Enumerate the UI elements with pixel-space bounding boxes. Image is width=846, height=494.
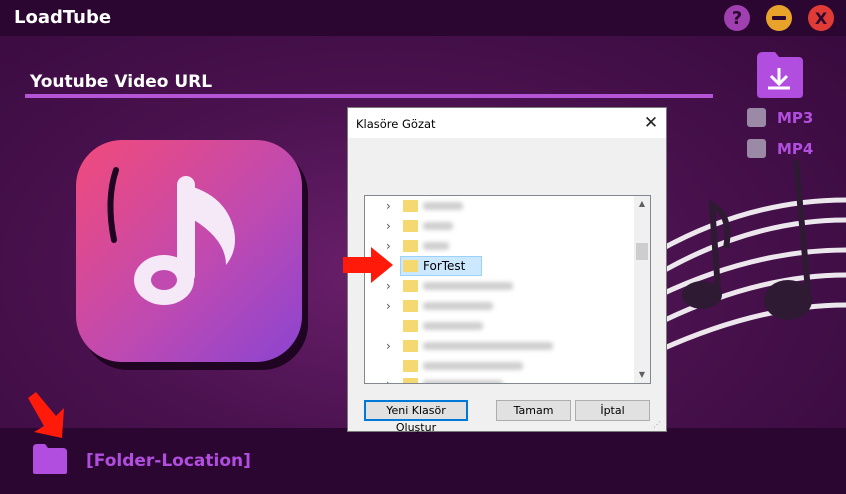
chevron-right-icon[interactable]: ›: [386, 377, 391, 383]
music-app-logo: [76, 140, 302, 362]
tree-row[interactable]: ›: [365, 296, 633, 316]
tree-row[interactable]: ›: [365, 236, 633, 256]
scroll-thumb[interactable]: [636, 243, 648, 260]
chevron-right-icon[interactable]: ›: [386, 199, 391, 213]
help-icon[interactable]: ?: [724, 5, 750, 31]
chevron-right-icon[interactable]: ›: [386, 339, 391, 353]
minimize-bar: [772, 16, 786, 20]
folder-icon: [403, 360, 418, 372]
arrow-icon: [343, 247, 393, 283]
blurred-label: [423, 380, 503, 383]
blurred-label: [423, 282, 513, 290]
folder-icon: [403, 260, 418, 272]
scroll-down-icon[interactable]: ▼: [634, 367, 650, 383]
app-title: LoadTube: [14, 7, 112, 28]
title-bar: LoadTube ? X: [0, 0, 846, 36]
close-icon[interactable]: X: [808, 5, 834, 31]
mp4-option[interactable]: MP4: [747, 139, 813, 158]
blurred-label: [423, 302, 493, 310]
selected-folder-label: ForTest: [423, 259, 466, 273]
tree-row-selected[interactable]: ForTest: [365, 256, 633, 276]
music-note-icon: [107, 167, 235, 305]
tree-row[interactable]: ›: [365, 336, 633, 356]
tree-row[interactable]: [365, 356, 633, 376]
tree-row[interactable]: [365, 316, 633, 336]
blurred-label: [423, 362, 523, 370]
folder-location-text: [Folder-Location]: [86, 451, 251, 471]
help-label: ?: [731, 7, 743, 29]
dialog-title-bar: Klasöre Gözat ✕: [348, 108, 666, 138]
tree-row[interactable]: ›: [365, 276, 633, 296]
mp3-checkbox[interactable]: [747, 108, 766, 127]
music-staff-decoration: [660, 160, 846, 353]
dialog-title: Klasöre Gözat: [356, 117, 436, 131]
folder-icon[interactable]: [33, 444, 67, 474]
blurred-label: [423, 242, 449, 250]
folder-icon: [403, 200, 418, 212]
minimize-icon[interactable]: [766, 5, 792, 31]
mp3-label: MP3: [777, 108, 814, 127]
folder-icon: [403, 378, 418, 383]
resize-grip-icon[interactable]: ⋰: [653, 420, 661, 429]
folder-icon: [403, 240, 418, 252]
arrow-icon: [28, 392, 64, 438]
folder-icon: [403, 320, 418, 332]
chevron-right-icon[interactable]: ›: [386, 219, 391, 233]
folder-icon: [403, 280, 418, 292]
close-label: X: [814, 8, 828, 28]
mp4-label: MP4: [777, 139, 814, 158]
blurred-label: [423, 222, 453, 230]
mp4-checkbox[interactable]: [747, 139, 766, 158]
blurred-label: [423, 342, 553, 350]
folder-icon: [403, 220, 418, 232]
tree-row[interactable]: ›: [365, 196, 633, 216]
url-label: Youtube Video URL: [30, 72, 213, 92]
tree-scrollbar[interactable]: ▲ ▼: [634, 196, 650, 383]
mp3-option[interactable]: MP3: [747, 108, 813, 127]
folder-tree[interactable]: › › › ForTest › › › › ▲ ▼: [364, 195, 651, 384]
scroll-up-icon[interactable]: ▲: [634, 196, 650, 212]
tree-row[interactable]: ›: [365, 216, 633, 236]
blurred-label: [423, 322, 483, 330]
tree-row[interactable]: ›: [365, 374, 633, 383]
url-input[interactable]: [25, 94, 713, 98]
folder-download-icon[interactable]: [755, 48, 805, 98]
folder-icon: [403, 300, 418, 312]
ok-button[interactable]: Tamam: [496, 400, 571, 421]
dialog-close-icon[interactable]: ✕: [640, 112, 662, 134]
blurred-label: [423, 202, 463, 210]
folder-icon: [403, 340, 418, 352]
chevron-right-icon[interactable]: ›: [386, 299, 391, 313]
new-folder-button[interactable]: Yeni Klasör Oluştur: [364, 400, 468, 434]
cancel-button[interactable]: İptal: [575, 400, 650, 421]
browse-folder-dialog: Klasöre Gözat ✕ › › › ForTest › › › › ▲ …: [347, 107, 667, 434]
